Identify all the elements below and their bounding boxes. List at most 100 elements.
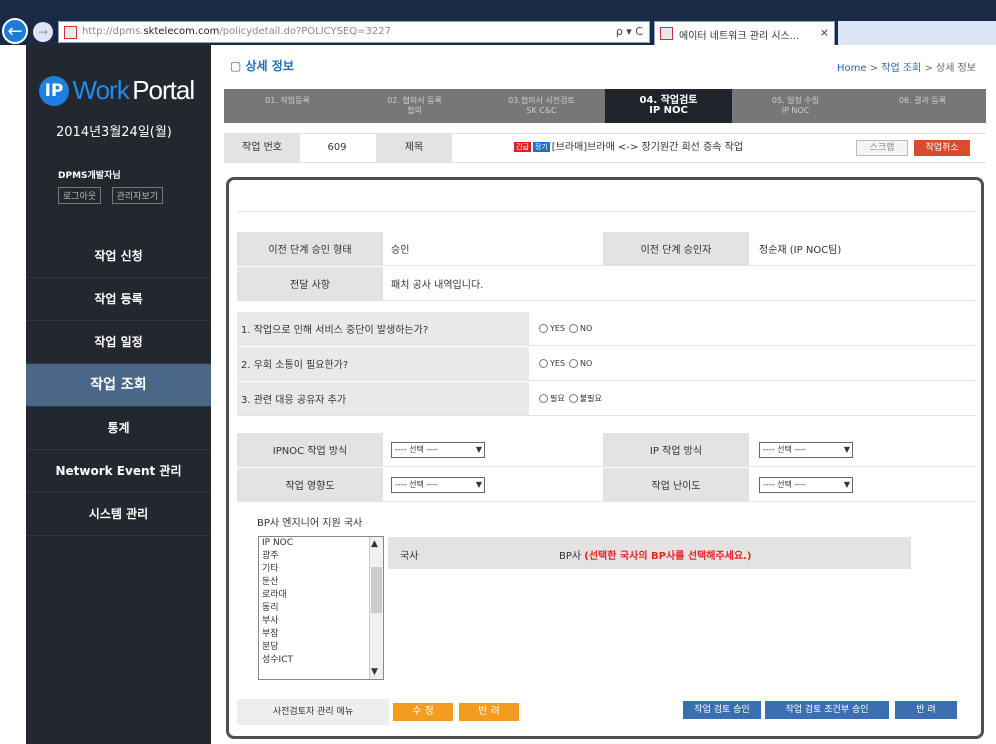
menu-item-network-event[interactable]: Network Event 관리 xyxy=(26,450,211,493)
new-tab-area[interactable] xyxy=(838,21,996,45)
address-bar[interactable]: http://dpms.sktelecom.com/policydetail.d… xyxy=(58,21,650,43)
breadcrumb: Home > 작업 조회 > 상세 정보 xyxy=(837,63,976,74)
breadcrumb-current: 상세 정보 xyxy=(936,63,976,74)
list-item[interactable]: 분당 xyxy=(259,641,383,654)
station-column-header: 국사 xyxy=(400,551,419,562)
scroll-up-icon[interactable]: ▲ xyxy=(371,539,378,549)
ipnoc-method-select[interactable]: ---- 선택 ---- ▼ xyxy=(391,442,485,458)
list-item[interactable]: 기타 xyxy=(259,563,383,576)
step-5: 05. 일정 수립 IP NOC xyxy=(771,96,820,115)
notes-label: 전달 사항 xyxy=(237,267,383,300)
job-no-value: 609 xyxy=(327,142,347,153)
menu-item-job-request[interactable]: 작업 신청 xyxy=(26,235,211,278)
difficulty-select[interactable]: ---- 선택 ---- ▼ xyxy=(759,477,853,493)
browser-tab[interactable]: 에이터 네트워크 관리 시스... × xyxy=(654,21,835,45)
list-item[interactable]: 로라대 xyxy=(259,589,383,602)
review-panel: 이전 단계 승인 형태 승인 이전 단계 승인자 정순재 (IP NOC팀) 전… xyxy=(226,177,984,739)
approve-button[interactable]: 작업 검토 승인 xyxy=(683,701,761,719)
prev-approval-row: 이전 단계 승인 형태 승인 이전 단계 승인자 정순재 (IP NOC팀) xyxy=(237,232,975,266)
sidebar-menu: 작업 신청 작업 등록 작업 일정 작업 조회 통계 Network Event… xyxy=(26,235,211,536)
breadcrumb-job-search[interactable]: 작업 조회 xyxy=(881,63,921,74)
menu-item-job-search[interactable]: 작업 조회 xyxy=(26,364,211,407)
q2-no-label: NO xyxy=(580,359,593,368)
q1-yes-label: YES xyxy=(550,324,566,333)
q1-no-label: NO xyxy=(580,324,593,333)
chevron-down-icon: ▼ xyxy=(475,445,482,454)
url-text: http://dpms.sktelecom.com/policydetail.d… xyxy=(82,26,391,37)
menu-item-job-register[interactable]: 작업 등록 xyxy=(26,278,211,321)
manager-menu-label: 사전검토자 관리 메뉴 xyxy=(237,699,389,725)
question-3: 3. 관련 대응 공유자 추가 xyxy=(237,382,529,415)
modify-button[interactable]: 수 정 xyxy=(393,703,453,721)
breadcrumb-home[interactable]: Home xyxy=(837,63,867,74)
list-item[interactable]: 부사 xyxy=(259,615,383,628)
search-refresh-icons[interactable]: ρ ▾ C xyxy=(616,25,643,38)
q1-yes-radio[interactable] xyxy=(539,324,548,333)
q3-need-radio[interactable] xyxy=(539,394,548,403)
list-item[interactable]: IP NOC xyxy=(259,537,383,550)
job-no-label: 작업 번호 xyxy=(224,134,300,162)
menu-item-job-schedule[interactable]: 작업 일정 xyxy=(26,321,211,364)
prev-approver-value: 정순재 (IP NOC팀) xyxy=(759,245,842,256)
chevron-down-icon: ▼ xyxy=(843,480,850,489)
admin-view-button[interactable]: 관리자보기 xyxy=(111,187,164,204)
q3-no-need-radio[interactable] xyxy=(568,394,578,403)
prev-state-label: 이전 단계 승인 형태 xyxy=(237,232,383,265)
logo-work: Work xyxy=(72,75,130,105)
list-item[interactable]: 광주 xyxy=(259,550,383,563)
job-info-bar: 작업 번호 609 제목 긴급 정기 [브라매]브라매 <-> 장기원간 회선 증속… xyxy=(224,133,986,163)
tab-close-icon[interactable]: × xyxy=(820,26,829,39)
station-listbox[interactable]: IP NOC 광주 기타 둔산 로라대 동리 부사 부잠 분당 성수ICT ▲ … xyxy=(258,536,384,680)
q2-no-radio[interactable] xyxy=(569,359,579,368)
scroll-thumb[interactable] xyxy=(371,567,382,613)
impact-select[interactable]: ---- 선택 ---- ▼ xyxy=(391,477,485,493)
step-3: 03.협의서 사전검토 SK C&C xyxy=(508,96,575,115)
scrap-button[interactable]: 스크랩 xyxy=(856,140,908,156)
reject-button[interactable]: 반 려 xyxy=(895,701,957,719)
spacer-row xyxy=(237,188,975,212)
ip-method-select[interactable]: ---- 선택 ---- ▼ xyxy=(759,442,853,458)
q3-no-need-label: 불필요 xyxy=(579,394,602,403)
logo-portal: Portal xyxy=(132,75,195,105)
list-item[interactable]: 성수ICT xyxy=(259,654,383,667)
prev-state-value: 승인 xyxy=(391,245,410,256)
chevron-down-icon: ▼ xyxy=(475,480,482,489)
subject-label: 제목 xyxy=(376,134,452,162)
ip-method-label: IP 작업 방식 xyxy=(603,433,749,466)
progress-steps: 01. 작업등록 02. 협의서 등록 협의 03.협의서 사전검토 SK C&C … xyxy=(224,89,986,123)
bp-section-label: BP사 엔지니어 지원 국사 xyxy=(257,518,363,529)
sidebar: IP Work Portal 2014년3월24일(월) DPMS개발자님 로그… xyxy=(26,45,211,744)
user-name: DPMS개발자님 xyxy=(58,171,121,181)
question-2: 2. 우회 소통이 필요한가? xyxy=(237,347,529,380)
list-item[interactable]: 둔산 xyxy=(259,576,383,589)
step-2: 02. 협의서 등록 협의 xyxy=(387,96,442,115)
listbox-scrollbar[interactable]: ▲ ▼ xyxy=(369,537,383,679)
impact-row: 작업 영향도 ---- 선택 ---- ▼ 작업 난이도 ---- 선택 ----… xyxy=(237,468,975,502)
scroll-down-icon[interactable]: ▼ xyxy=(371,667,378,677)
browser-chrome: ← → http://dpms.sktelecom.com/policydeta… xyxy=(0,0,996,45)
method-row: IPNOC 작업 방식 ---- 선택 ---- ▼ IP 작업 방식 ---- … xyxy=(237,433,975,467)
prev-approver-label: 이전 단계 승인자 xyxy=(603,232,749,265)
list-item[interactable]: 부잠 xyxy=(259,628,383,641)
forward-icon[interactable]: → xyxy=(33,22,53,42)
bullet-icon: ▢ xyxy=(230,59,246,73)
list-item[interactable]: 동리 xyxy=(259,602,383,615)
logout-button[interactable]: 로그아웃 xyxy=(58,187,102,204)
impact-label: 작업 영향도 xyxy=(237,468,383,501)
q2-yes-label: YES xyxy=(550,359,566,368)
q1-no-radio[interactable] xyxy=(569,324,579,333)
conditional-approve-button[interactable]: 작업 검토 조건부 승인 xyxy=(765,701,889,719)
cancel-job-button[interactable]: 작업취소 xyxy=(914,140,970,156)
back-icon[interactable]: ← xyxy=(2,18,28,44)
q2-yes-radio[interactable] xyxy=(539,359,548,368)
step-6: 06. 결과 등록 xyxy=(898,96,947,105)
question-row-2: 2. 우회 소통이 필요한가? YES NO xyxy=(237,347,975,381)
logo[interactable]: IP Work Portal xyxy=(39,75,195,109)
menu-item-statistics[interactable]: 통계 xyxy=(26,407,211,450)
chevron-down-icon: ▼ xyxy=(843,445,850,454)
menu-item-system[interactable]: 시스템 관리 xyxy=(26,493,211,536)
notes-value: 패치 공사 내역입니다. xyxy=(391,280,484,291)
return-button[interactable]: 반 려 xyxy=(459,703,519,721)
tab-title: 에이터 네트워크 관리 시스... xyxy=(679,31,800,42)
subject-value: 긴급 정기 [브라매]브라매 <-> 장기원간 회선 증속 작업 xyxy=(514,142,744,153)
